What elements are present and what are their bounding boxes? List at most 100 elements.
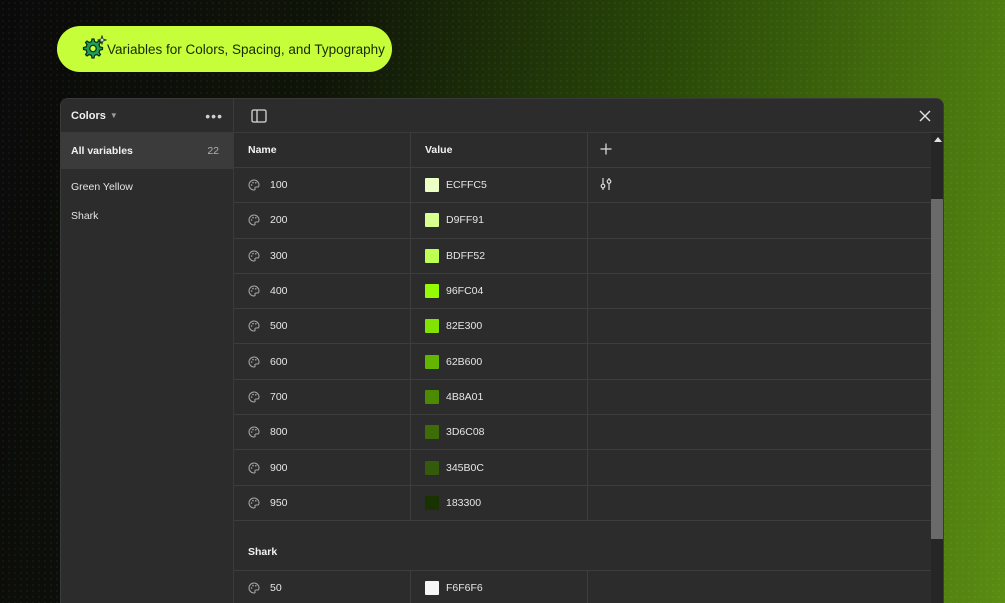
table-row[interactable]: 300 BDFF52 <box>234 238 931 274</box>
variable-value-cell[interactable]: 62B600 <box>411 344 588 379</box>
table-row[interactable]: 50 F6F6F6 <box>234 570 931 603</box>
table-row[interactable]: 700 4B8A01 <box>234 379 931 416</box>
color-swatch[interactable] <box>425 425 439 440</box>
table-row[interactable]: 500 82E300 <box>234 309 931 345</box>
variable-name-cell[interactable]: 100 <box>234 168 411 203</box>
palette-icon <box>248 391 260 403</box>
variable-value: 96FC04 <box>446 285 484 298</box>
variable-name-cell[interactable]: 950 <box>234 485 411 520</box>
variable-value-cell[interactable]: 345B0C <box>411 450 588 485</box>
variable-name-cell[interactable]: 50 <box>234 570 411 603</box>
color-swatch[interactable] <box>425 284 439 299</box>
sidebar-item-shark[interactable]: Shark <box>61 201 233 230</box>
add-icon[interactable] <box>600 143 612 158</box>
palette-icon <box>248 426 260 438</box>
extra-cell <box>588 203 931 237</box>
table-header: Name Value <box>234 133 931 168</box>
more-options-icon[interactable]: ••• <box>205 109 223 123</box>
variable-name: 800 <box>270 426 288 439</box>
extra-cell <box>588 344 931 378</box>
extra-cell <box>588 309 931 343</box>
palette-icon <box>248 582 260 594</box>
variable-name-cell[interactable]: 300 <box>234 238 411 273</box>
variable-name: 500 <box>270 320 288 333</box>
variable-value-cell[interactable]: 82E300 <box>411 309 588 344</box>
sidebar-item-all-variables[interactable]: All variables 22 <box>61 133 233 169</box>
variable-value: 62B600 <box>446 355 483 368</box>
variable-value-cell[interactable]: ECFFC5 <box>411 168 588 203</box>
variable-name-cell[interactable]: 500 <box>234 309 411 344</box>
variable-name: 700 <box>270 390 288 403</box>
palette-icon <box>248 356 260 368</box>
banner-text: Variables for Colors, Spacing, and Typog… <box>107 41 385 57</box>
table-row[interactable]: 600 62B600 <box>234 344 931 380</box>
palette-icon <box>248 285 260 297</box>
variable-value-cell[interactable]: F6F6F6 <box>411 570 588 603</box>
extra-cell <box>588 486 931 520</box>
scrollbar[interactable] <box>931 133 943 603</box>
color-swatch[interactable] <box>425 319 439 334</box>
variable-value-cell[interactable]: 96FC04 <box>411 273 588 309</box>
color-swatch[interactable] <box>425 495 439 510</box>
column-header-value[interactable]: Value <box>411 133 588 167</box>
variable-name-cell[interactable]: 600 <box>234 344 411 379</box>
palette-icon <box>248 250 260 262</box>
variable-value: 183300 <box>446 496 482 509</box>
palette-icon <box>248 179 260 191</box>
chevron-down-icon: ▼ <box>109 111 118 120</box>
variable-name: 300 <box>270 249 288 262</box>
variable-name-cell[interactable]: 900 <box>234 450 411 485</box>
variable-value-cell[interactable]: 183300 <box>411 485 588 520</box>
variable-name-cell[interactable]: 800 <box>234 415 411 450</box>
table-row[interactable]: 950 183300 <box>234 485 931 521</box>
edit-variable-icon[interactable] <box>600 177 612 194</box>
group-title: Shark <box>248 545 278 558</box>
add-mode-cell <box>588 133 931 167</box>
table-row[interactable]: 800 3D6C08 <box>234 415 931 451</box>
variable-value-cell[interactable]: D9FF91 <box>411 203 588 238</box>
palette-icon <box>248 462 260 474</box>
color-swatch[interactable] <box>425 389 439 404</box>
variable-name: 900 <box>270 461 288 474</box>
sidebar-item-label: Green Yellow <box>71 180 133 193</box>
table-row[interactable]: 400 96FC04 <box>234 273 931 310</box>
variable-value-cell[interactable]: 4B8A01 <box>411 379 588 415</box>
extra-cell <box>588 168 931 202</box>
variable-name: 50 <box>270 582 282 595</box>
color-swatch[interactable] <box>425 581 439 596</box>
scroll-thumb[interactable] <box>931 199 943 539</box>
variable-name-cell[interactable]: 200 <box>234 203 411 238</box>
collection-dropdown[interactable]: Colors ▼ <box>71 110 118 122</box>
palette-icon <box>248 497 260 509</box>
sidebar-item-green-yellow[interactable]: Green Yellow <box>61 172 233 201</box>
table-row[interactable]: 200 D9FF91 <box>234 203 931 239</box>
variable-value-cell[interactable]: BDFF52 <box>411 238 588 273</box>
collection-title: Colors <box>71 109 106 122</box>
table-row[interactable]: 100 ECFFC5 <box>234 168 931 204</box>
main-area: Name Value 100 ECFFC5 200 D9FF91 300 BDFF52 40… <box>234 99 943 603</box>
variable-value: 345B0C <box>446 461 484 474</box>
scroll-up-icon[interactable] <box>934 137 942 142</box>
color-swatch[interactable] <box>425 213 439 228</box>
variable-value: 4B8A01 <box>446 390 484 403</box>
variable-value: ECFFC5 <box>446 179 487 192</box>
toolbar <box>234 99 943 133</box>
variable-value-cell[interactable]: 3D6C08 <box>411 415 588 450</box>
color-swatch[interactable] <box>425 460 439 475</box>
extra-cell <box>588 239 931 273</box>
variable-count: 22 <box>207 145 219 157</box>
variable-name-cell[interactable]: 400 <box>234 273 411 309</box>
extra-cell <box>588 380 931 414</box>
toggle-sidebar-icon[interactable] <box>251 108 267 124</box>
table-row[interactable]: 900 345B0C <box>234 450 931 486</box>
column-header-name[interactable]: Name <box>234 133 411 167</box>
variable-value: BDFF52 <box>446 249 486 262</box>
close-icon[interactable] <box>917 108 933 124</box>
sidebar-item-label: All variables <box>71 145 133 157</box>
variable-name-cell[interactable]: 700 <box>234 379 411 415</box>
color-swatch[interactable] <box>425 178 439 193</box>
color-swatch[interactable] <box>425 354 439 369</box>
variable-value: 82E300 <box>446 320 483 333</box>
color-swatch[interactable] <box>425 248 439 263</box>
extra-cell <box>588 415 931 449</box>
